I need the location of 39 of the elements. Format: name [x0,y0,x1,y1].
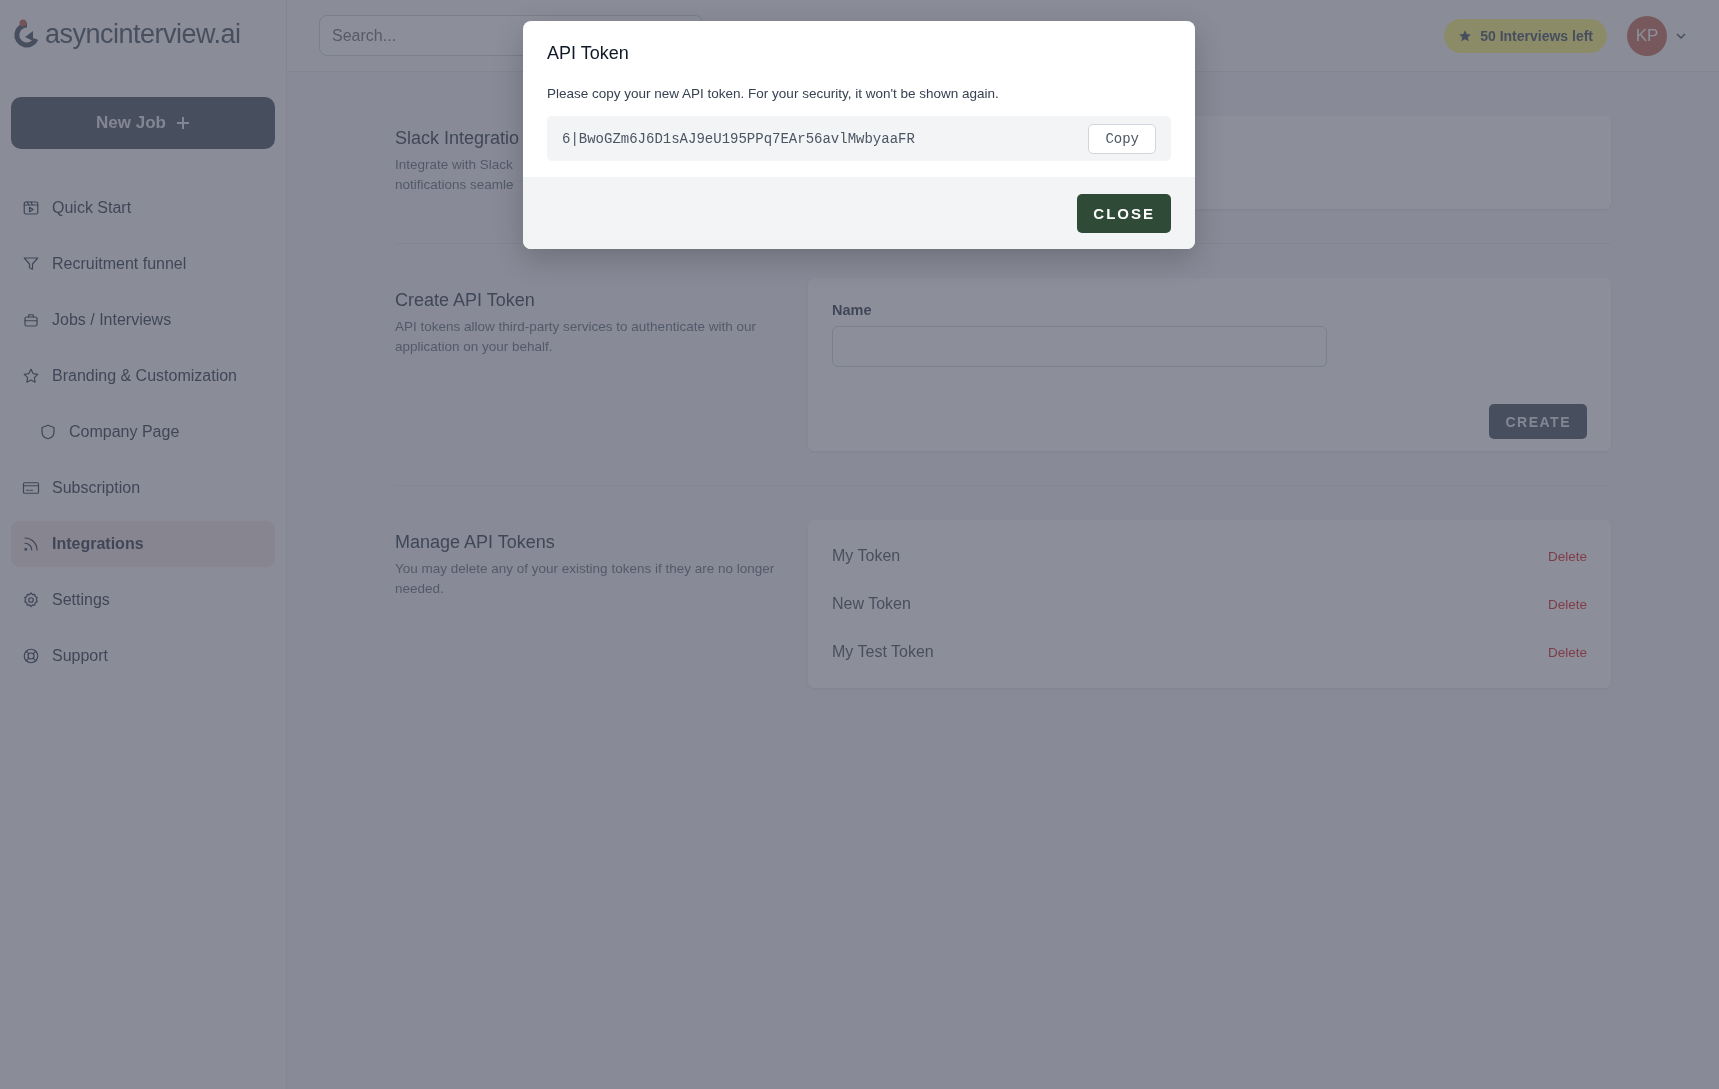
section-title: Create API Token [395,290,535,311]
user-avatar[interactable]: KP [1627,15,1667,56]
credit-card-icon [22,479,40,497]
shield-icon [39,423,57,441]
section-title: Slack Integratio [395,128,520,149]
sidebar-item[interactable]: Subscription [11,465,275,511]
field-label: Name [832,302,873,318]
settings-icon [22,591,40,609]
rss-icon [22,535,40,553]
copy-button[interactable]: Copy [1088,123,1156,154]
close-button[interactable]: CLOSE [1077,194,1171,233]
sidebar-item[interactable]: Recruitment funnel [11,241,275,287]
sidebar-item[interactable]: Quick Start [11,185,275,231]
sidebar-item[interactable]: Branding & Customization [11,353,275,399]
token-text: 6|BwoGZm6J6D1sAJ9eU195PPq7EAr56avlMwbyaaFR [562,130,915,147]
token-name: New Token [832,595,911,613]
delete-link[interactable]: Delete [1547,644,1587,660]
lifebuoy-icon [22,647,40,665]
star-icon [1458,28,1473,43]
token-name: My Test Token [832,643,934,661]
star-icon [22,367,40,385]
create-button[interactable]: CREATE [1489,404,1587,439]
video-icon [22,199,40,217]
token-name: My Token [832,547,901,565]
sidebar-item[interactable]: Jobs / Interviews [11,297,275,343]
delete-link[interactable]: Delete [1547,596,1587,612]
sidebar-item[interactable]: Support [11,633,275,679]
sidebar-item[interactable]: Company Page [11,409,275,455]
sidebar-item[interactable]: Settings [11,577,275,623]
logo-text: asyncinterview.ai [45,18,241,50]
funnel-icon [22,255,40,273]
plus-icon [175,116,190,130]
briefcase-icon [22,311,40,329]
section-title: Manage API Tokens [395,532,555,553]
delete-link[interactable]: Delete [1547,548,1587,564]
new-job-button[interactable]: New Job [11,97,275,149]
credits-badge: 50 Interviews left [1444,18,1607,53]
sidebar-item[interactable]: Integrations [11,521,275,567]
modal-message: Please copy your new API token. For your security, it won't be shown again. [547,86,1000,101]
